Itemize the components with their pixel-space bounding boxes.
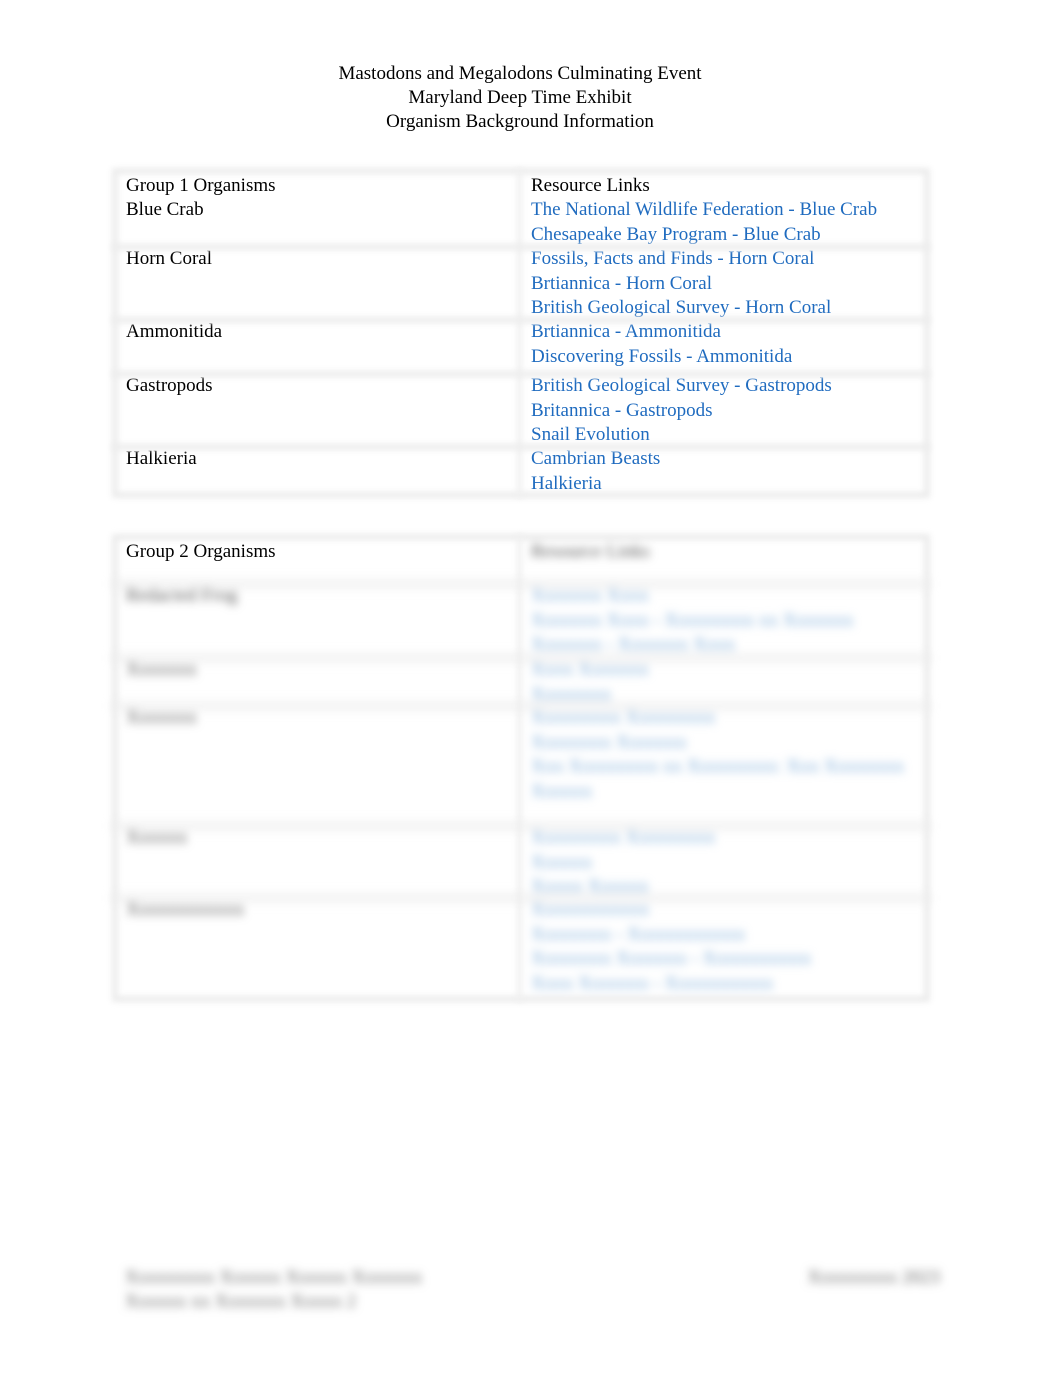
resource-link[interactable]: Snail Evolution — [531, 423, 930, 448]
resource-link[interactable]: Xxxxxxx Xxxx - Xxxxxxxxx xx Xxxxxxx — [531, 609, 930, 634]
resource-links-cell: Xxxx Xxxxxxx Xxxxxxxx — [517, 658, 930, 706]
header-organisms: Group 2 Organisms — [126, 541, 276, 562]
resource-link[interactable]: Xxxxxxxxx Xxxxxxxxx — [531, 706, 930, 731]
resource-links-cell: The National Wildlife Federation - Blue … — [517, 198, 930, 247]
table-row: Redacted Frog Xxxxxxx Xxxx Xxxxxxx Xxxx - … — [112, 581, 930, 658]
resource-link[interactable]: Xxxxxxxx - Xxxxxxxxxxxx — [531, 923, 930, 948]
footer-date: Xxxxxxxxx 2023 — [807, 1267, 940, 1288]
table-row: Gastropods British Geological Survey - Ga… — [112, 371, 930, 447]
resource-link[interactable]: Xxxxxxxxx Xxxxxxxxx — [531, 826, 930, 851]
resource-links-cell: Cambrian Beasts Halkieria — [517, 447, 930, 495]
organism-name: Halkieria — [126, 448, 197, 469]
header-section: Organism Background Information — [386, 111, 654, 132]
header-resource-links: Resource Links — [531, 175, 650, 196]
header-title: Mastodons and Megalodons Culminating Eve… — [338, 63, 702, 84]
resource-link[interactable]: Xxxxxx — [531, 851, 930, 876]
table-row: Blue Crab The National Wildlife Federatio… — [112, 198, 930, 247]
organism-name: Xxxxxxx — [126, 707, 197, 728]
group1-table: Group 1 Organisms Resource Links Blue Cr… — [112, 168, 930, 498]
resource-link[interactable]: Xxx Xxxxxxxxx xx Xxxxxxxxx: Xxx Xxxxxxxx — [531, 755, 930, 780]
resource-links-cell: Fossils, Facts and Finds - Horn Coral Brt… — [517, 247, 930, 320]
resource-link[interactable]: Xxxxxxxx — [531, 683, 930, 708]
page-footer: Xxxxxxxxx Xxxxxx Xxxxxx Xxxxxxx Xxxxxx x… — [125, 1266, 940, 1314]
organism-name: Blue Crab — [126, 199, 204, 220]
resource-link[interactable]: Xxxxxx — [531, 780, 930, 805]
resource-link[interactable]: Halkieria — [531, 472, 930, 497]
organism-name: Horn Coral — [126, 248, 213, 269]
resource-link[interactable]: British Geological Survey - Horn Coral — [531, 296, 930, 321]
resource-link[interactable]: The National Wildlife Federation - Blue … — [531, 198, 930, 223]
footer-office: Xxxxxx xx Xxxxxxx Xxxxx 2 — [125, 1291, 357, 1312]
table-row: Xxxxxx Xxxxxxxxx Xxxxxxxxx Xxxxxx Xxxxx Xxx… — [112, 823, 930, 898]
resource-link[interactable]: Xxxx Xxxxxxx - Xxxxxxxxxxx — [531, 972, 930, 997]
table-row: Horn Coral Fossils, Facts and Finds - Hor… — [112, 244, 930, 320]
table-header-row: Group 1 Organisms Resource Links — [112, 168, 930, 198]
organism-name: Gastropods — [126, 375, 213, 396]
organism-name: Xxxxxxx — [126, 659, 197, 680]
resource-link[interactable]: Xxxxx Xxxxxx — [531, 875, 930, 900]
resource-link[interactable]: Discovering Fossils - Ammonitida — [531, 345, 930, 370]
resource-link[interactable]: Cambrian Beasts — [531, 447, 930, 472]
resource-link[interactable]: Chesapeake Bay Program - Blue Crab — [531, 223, 930, 248]
table-header-row: Group 2 Organisms Resource Links — [112, 534, 930, 584]
organism-name: Xxxxxx — [126, 827, 188, 848]
organism-name: Xxxxxxxxxxxx — [126, 899, 245, 920]
table-row: Halkieria Cambrian Beasts Halkieria — [112, 444, 930, 495]
header-organisms: Group 1 Organisms — [126, 175, 276, 196]
resource-link[interactable]: Xxxxxxxx Xxxxxxx — [531, 731, 930, 756]
resource-links-cell: Xxxxxxx Xxxx Xxxxxxx Xxxx - Xxxxxxxxx xx … — [517, 584, 930, 658]
resource-link[interactable]: Britannica - Gastropods — [531, 399, 930, 424]
table-row: Xxxxxxx Xxxxxxxxx Xxxxxxxxx Xxxxxxxx Xxxxx… — [112, 703, 930, 826]
organism-name: Redacted Frog — [126, 585, 238, 606]
resource-link[interactable]: Xxxxxxxx Xxxxxxx - Xxxxxxxxxxx — [531, 947, 930, 972]
resource-links-cell: Brtiannica - Ammonitida Discovering Fossi… — [517, 320, 930, 374]
document-header: Mastodons and Megalodons Culminating Eve… — [0, 62, 1040, 134]
group2-table: Group 2 Organisms Resource Links Redacte… — [112, 534, 930, 1002]
organism-name: Ammonitida — [126, 321, 223, 342]
resource-links-cell: Xxxxxxxxx Xxxxxxxxx Xxxxxxxx Xxxxxxx Xxx X… — [517, 706, 930, 826]
resource-link[interactable]: Xxxxxxx Xxxx — [531, 584, 930, 609]
table-row: Xxxxxxxxxxxx Xxxxxxxxxxxx Xxxxxxxx - Xxxxx… — [112, 895, 930, 994]
table-row: Ammonitida Brtiannica - Ammonitida Discove… — [112, 317, 930, 374]
header-subtitle: Maryland Deep Time Exhibit — [408, 87, 632, 108]
table-row: Xxxxxxx Xxxx Xxxxxxx Xxxxxxxx — [112, 655, 930, 706]
resource-link[interactable]: Xxxxxxx - Xxxxxxx Xxxx — [531, 633, 930, 658]
resource-link[interactable]: Brtiannica - Horn Coral — [531, 272, 930, 297]
resource-link[interactable]: Xxxxxxxxxxxx — [531, 898, 930, 923]
resource-link[interactable]: Xxxx Xxxxxxx — [531, 658, 930, 683]
resource-links-cell: Xxxxxxxxxxxx Xxxxxxxx - Xxxxxxxxxxxx Xxxxx… — [517, 898, 930, 994]
resource-links-cell: British Geological Survey - Gastropods Br… — [517, 374, 930, 447]
resource-link[interactable]: Brtiannica - Ammonitida — [531, 320, 930, 345]
resource-link[interactable]: British Geological Survey - Gastropods — [531, 374, 930, 399]
header-resource-links: Resource Links — [531, 541, 650, 562]
resource-link[interactable]: Fossils, Facts and Finds - Horn Coral — [531, 247, 930, 272]
resource-links-cell: Xxxxxxxxx Xxxxxxxxx Xxxxxx Xxxxx Xxxxxx — [517, 826, 930, 898]
